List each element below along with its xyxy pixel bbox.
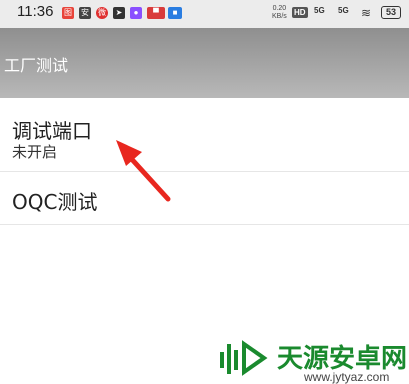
watermark-logo-icon — [220, 340, 268, 376]
annotation-arrow-icon — [116, 140, 171, 202]
watermark: 天源安卓网 www.jytyaz.com — [212, 330, 409, 384]
watermark-url: www.jytyaz.com — [304, 370, 390, 384]
